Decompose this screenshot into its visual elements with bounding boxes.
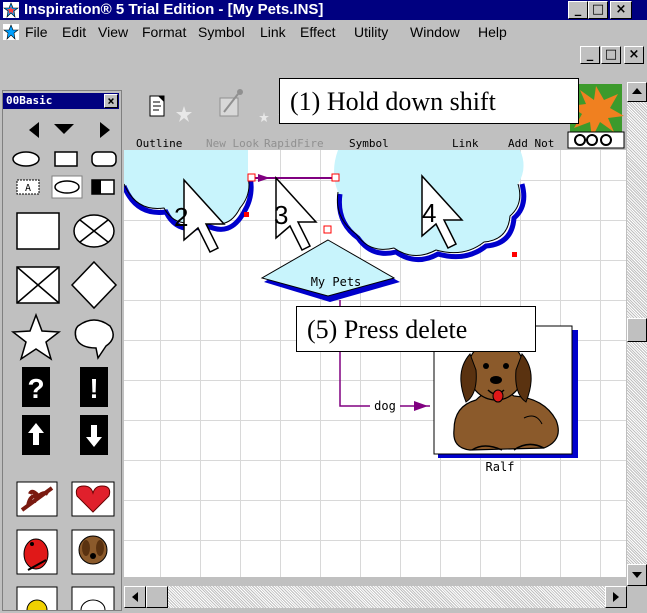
scroll-right-arrow-icon — [613, 592, 619, 602]
oval-selected-shape[interactable] — [54, 180, 80, 194]
outline-button-label[interactable]: Outline — [136, 137, 182, 150]
cursor-icon: 3 — [274, 176, 318, 252]
star-shape[interactable] — [10, 312, 62, 361]
step-5-callout: (5) Press delete — [296, 306, 536, 352]
menu-help[interactable]: Help — [478, 20, 507, 44]
vertical-scroll-thumb[interactable] — [627, 318, 647, 342]
close-button[interactable]: × — [610, 1, 632, 19]
link-button-label[interactable]: Link — [452, 137, 479, 150]
scroll-right-button[interactable] — [605, 586, 627, 608]
diamond-shape[interactable] — [70, 260, 118, 310]
scroll-up-button[interactable] — [627, 82, 647, 102]
selection-handle[interactable] — [247, 173, 256, 182]
doc-minimize-button[interactable]: _ — [580, 46, 600, 64]
diagram-canvas[interactable]: My Pets dog Ralf 2 3 4 — [124, 150, 626, 577]
scroll-down-button[interactable] — [627, 564, 647, 586]
palette-close-button[interactable]: × — [104, 94, 118, 108]
large-rectangle-shape[interactable] — [16, 212, 60, 250]
selection-handle — [244, 212, 249, 217]
horizontal-scroll-thumb[interactable] — [146, 586, 168, 608]
text-symbol-label: A — [25, 183, 31, 194]
menu-symbol[interactable]: Symbol — [198, 20, 245, 44]
rounded-rectangle-shape[interactable] — [91, 151, 117, 167]
inspiration-app-icon[interactable] — [3, 2, 19, 18]
title-bar: Inspiration® 5 Trial Edition - [My Pets.… — [0, 0, 647, 20]
doc-close-button[interactable]: × — [624, 46, 644, 64]
scroll-left-arrow-icon — [132, 592, 138, 602]
selection-handle[interactable] — [331, 173, 340, 182]
window-title: Inspiration® 5 Trial Edition - [My Pets.… — [24, 1, 324, 18]
doc-restore-button[interactable]: □ — [601, 46, 621, 64]
size-grip — [627, 586, 647, 608]
symbol-button-label[interactable]: Symbol — [349, 137, 389, 150]
speech-bubble-shape[interactable] — [74, 319, 114, 360]
menu-link[interactable]: Link — [260, 20, 286, 44]
diagram-drawing: My Pets dog Ralf 2 3 4 — [124, 150, 578, 474]
outline-icon[interactable] — [149, 95, 165, 117]
add-note-button-label[interactable]: Add Not — [508, 137, 554, 150]
restore-button[interactable]: □ — [588, 1, 608, 19]
step-1-callout: (1) Hold down shift — [279, 78, 579, 124]
image-caption: Ralf — [486, 460, 515, 474]
palette-symbols: A ? ! — [10, 122, 118, 610]
link-label: dog — [374, 399, 396, 413]
menu-window[interactable]: Window — [410, 20, 460, 44]
step-3-label: 3 — [274, 200, 288, 230]
scroll-left-button[interactable] — [124, 586, 146, 608]
menu-file[interactable]: File — [25, 20, 48, 44]
document-icon[interactable] — [3, 24, 19, 40]
scroll-down-arrow-icon — [632, 572, 642, 578]
selection-handle[interactable] — [323, 225, 332, 234]
step-4-label: 4 — [422, 198, 436, 228]
oval-shape[interactable] — [12, 151, 40, 167]
menu-view[interactable]: View — [98, 20, 128, 44]
selection-handle — [512, 252, 517, 257]
step-2-label: 2 — [174, 202, 188, 232]
menu-utility[interactable]: Utility — [354, 20, 388, 44]
rectangle-shape[interactable] — [54, 151, 78, 167]
main-idea-label: My Pets — [311, 275, 362, 289]
rapidfire-button-label[interactable]: RapidFire — [264, 137, 324, 150]
menu-effect[interactable]: Effect — [300, 20, 336, 44]
palette-title-bar: 00Basic × — [3, 93, 119, 109]
scroll-up-arrow-icon — [632, 88, 642, 94]
palette-next-arrow[interactable] — [100, 122, 110, 138]
palette-menu-arrow[interactable] — [54, 124, 74, 134]
minimize-button[interactable]: _ — [568, 1, 588, 19]
svg-text:!: ! — [89, 373, 98, 404]
palette-prev-arrow[interactable] — [29, 122, 39, 138]
menu-bar: File Edit View Format Symbol Link Effect… — [0, 20, 647, 44]
menu-format[interactable]: Format — [142, 20, 186, 44]
palette-title: 00Basic — [6, 94, 53, 107]
menu-edit[interactable]: Edit — [62, 20, 86, 44]
new-look-button-label[interactable]: New Look — [206, 137, 259, 150]
horizontal-scrollbar[interactable] — [124, 586, 627, 608]
svg-text:?: ? — [27, 373, 44, 404]
new-look-icon[interactable] — [219, 89, 243, 117]
